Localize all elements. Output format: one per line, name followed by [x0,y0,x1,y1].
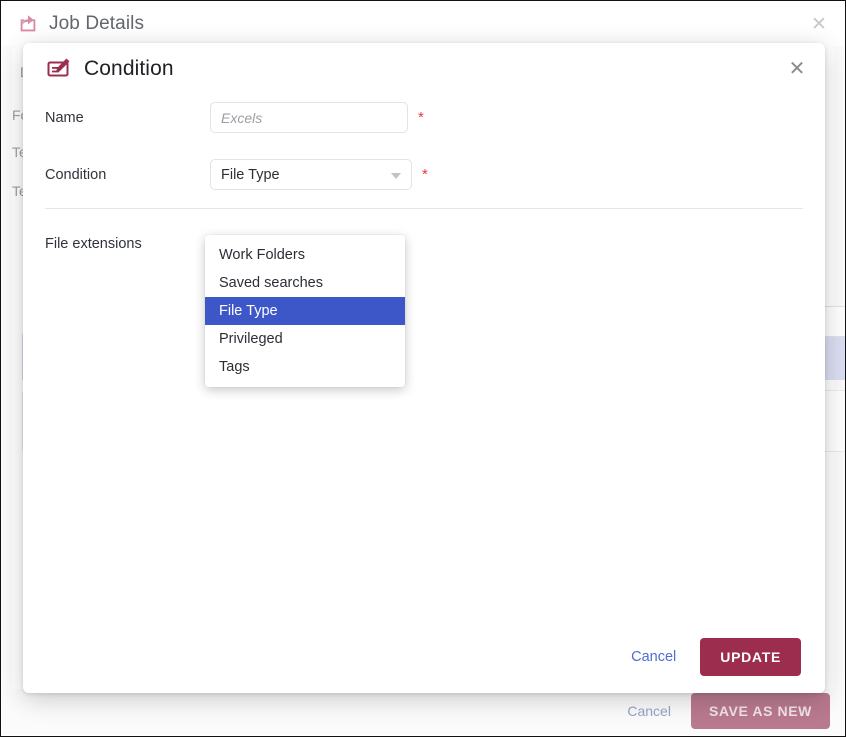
condition-modal-footer: Cancel UPDATE [23,621,825,693]
condition-modal: Condition ✕ Name * Condition File Type *… [23,43,825,693]
app-root: Job Details ✕ D Fo Te Te + ✕ Cancel SAVE… [0,0,846,737]
condition-modal-body: Name * Condition File Type * File extens… [23,95,825,387]
name-field-row: Name * [45,95,803,140]
save-as-new-button[interactable]: SAVE AS NEW [690,693,830,729]
job-details-titlebar: Job Details ✕ [2,2,844,46]
condition-dropdown-menu: Work Folders Saved searches File Type Pr… [205,235,405,387]
dropdown-item-saved-searches[interactable]: Saved searches [205,269,405,297]
job-details-title: Job Details [49,13,145,34]
condition-select[interactable]: File Type [210,159,412,190]
section-divider [45,208,803,209]
name-input[interactable] [210,102,408,133]
dropdown-item-tags[interactable]: Tags [205,353,405,381]
condition-modal-title: Condition [84,57,174,80]
name-required-marker: * [418,109,424,126]
condition-cancel-button[interactable]: Cancel [631,649,676,665]
dropdown-item-file-type[interactable]: File Type [205,297,405,325]
condition-select-value: File Type [221,166,280,183]
condition-field-row: Condition File Type * [45,152,803,197]
background-cancel-button[interactable]: Cancel [627,703,671,719]
share-export-icon [16,12,40,36]
condition-modal-header: Condition ✕ [23,43,825,95]
job-details-footer: Cancel SAVE AS NEW [2,687,844,735]
condition-field-label: Condition [45,166,107,183]
job-details-close-icon[interactable]: ✕ [806,11,832,37]
condition-modal-close-icon[interactable]: ✕ [783,54,811,82]
dropdown-item-work-folders[interactable]: Work Folders [205,241,405,269]
chevron-down-icon [391,173,401,179]
name-field-label: Name [45,109,84,126]
file-extensions-label: File extensions [45,235,142,252]
file-extensions-row: File extensions [45,221,803,266]
condition-update-button[interactable]: UPDATE [700,638,801,676]
signature-card-icon [45,55,73,83]
condition-required-marker: * [422,166,428,183]
dropdown-item-privileged[interactable]: Privileged [205,325,405,353]
